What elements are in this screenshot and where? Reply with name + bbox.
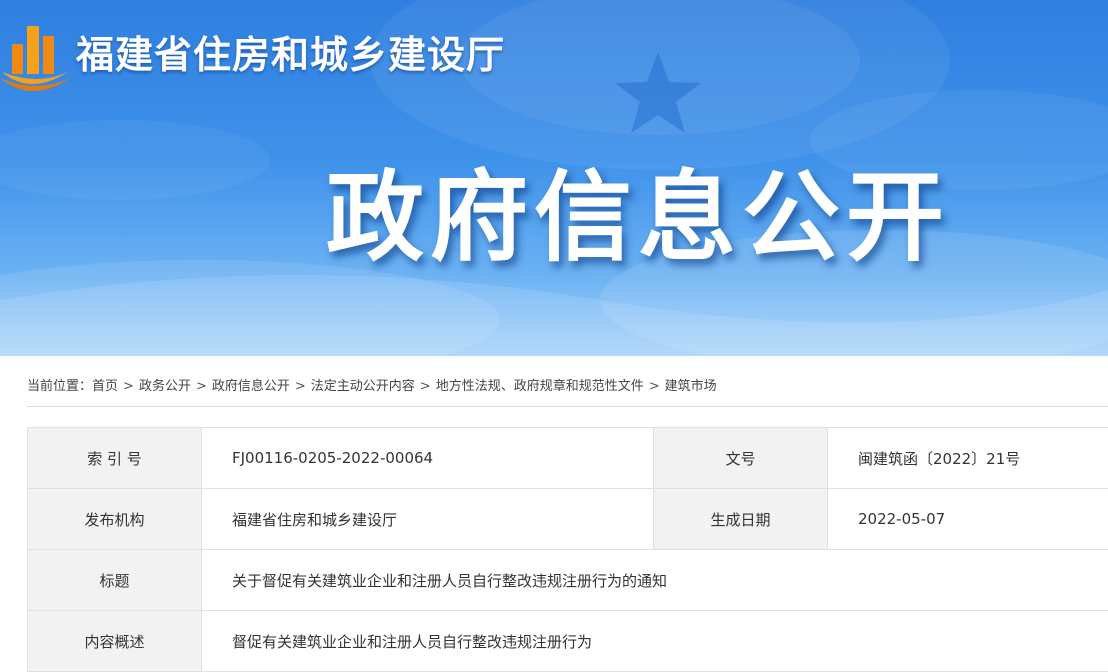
title-value: 关于督促有关建筑业企业和注册人员自行整改违规注册行为的通知 [202,550,1108,611]
title-label: 标题 [28,550,202,611]
breadcrumb-separator: > [196,379,207,394]
site-name[interactable]: 福建省住房和城乡建设厅 [76,24,505,79]
banner-title: 政府信息公开 [326,138,950,280]
index-number-label: 索 引 号 [28,428,202,489]
publisher-value: 福建省住房和城乡建设厅 [202,489,654,550]
generated-date-label: 生成日期 [654,489,828,550]
breadcrumb-statutory-content[interactable]: 法定主动公开内容 [311,379,415,394]
breadcrumb-separator: > [123,379,134,394]
table-row: 标题 关于督促有关建筑业企业和注册人员自行整改违规注册行为的通知 [28,550,1108,611]
breadcrumb: 当前位置：首页 > 政务公开 > 政府信息公开 > 法定主动公开内容 > 地方性法规、政府规章和… [27,372,1108,402]
table-row: 索 引 号 FJ00116-0205-2022-00064 文号 闽建筑函〔20… [28,428,1108,489]
breadcrumb-regulations[interactable]: 地方性法规、政府规章和规范性文件 [436,379,644,394]
breadcrumb-gov-affairs[interactable]: 政务公开 [139,379,191,394]
table-row: 内容概述 督促有关建筑业企业和注册人员自行整改违规注册行为 [28,611,1108,672]
generated-date-value: 2022-05-07 [828,489,1108,550]
header-banner: 福建省住房和城乡建设厅 政府信息公开 [0,0,1108,356]
breadcrumb-construction-market[interactable]: 建筑市场 [665,379,717,394]
breadcrumb-prefix: 当前位置： [27,379,92,394]
breadcrumb-home[interactable]: 首页 [92,379,118,394]
document-info-table: 索 引 号 FJ00116-0205-2022-00064 文号 闽建筑函〔20… [27,427,1108,672]
building-logo-icon [0,14,72,94]
breadcrumb-separator: > [295,379,306,394]
site-logo[interactable] [0,14,72,94]
breadcrumb-divider [27,406,1108,407]
breadcrumb-separator: > [420,379,431,394]
summary-value: 督促有关建筑业企业和注册人员自行整改违规注册行为 [202,611,1108,672]
publisher-label: 发布机构 [28,489,202,550]
table-row: 发布机构 福建省住房和城乡建设厅 生成日期 2022-05-07 [28,489,1108,550]
index-number-value: FJ00116-0205-2022-00064 [202,428,654,489]
summary-label: 内容概述 [28,611,202,672]
breadcrumb-info-disclosure[interactable]: 政府信息公开 [212,379,290,394]
document-number-label: 文号 [654,428,828,489]
document-number-value: 闽建筑函〔2022〕21号 [828,428,1108,489]
breadcrumb-separator: > [649,379,660,394]
